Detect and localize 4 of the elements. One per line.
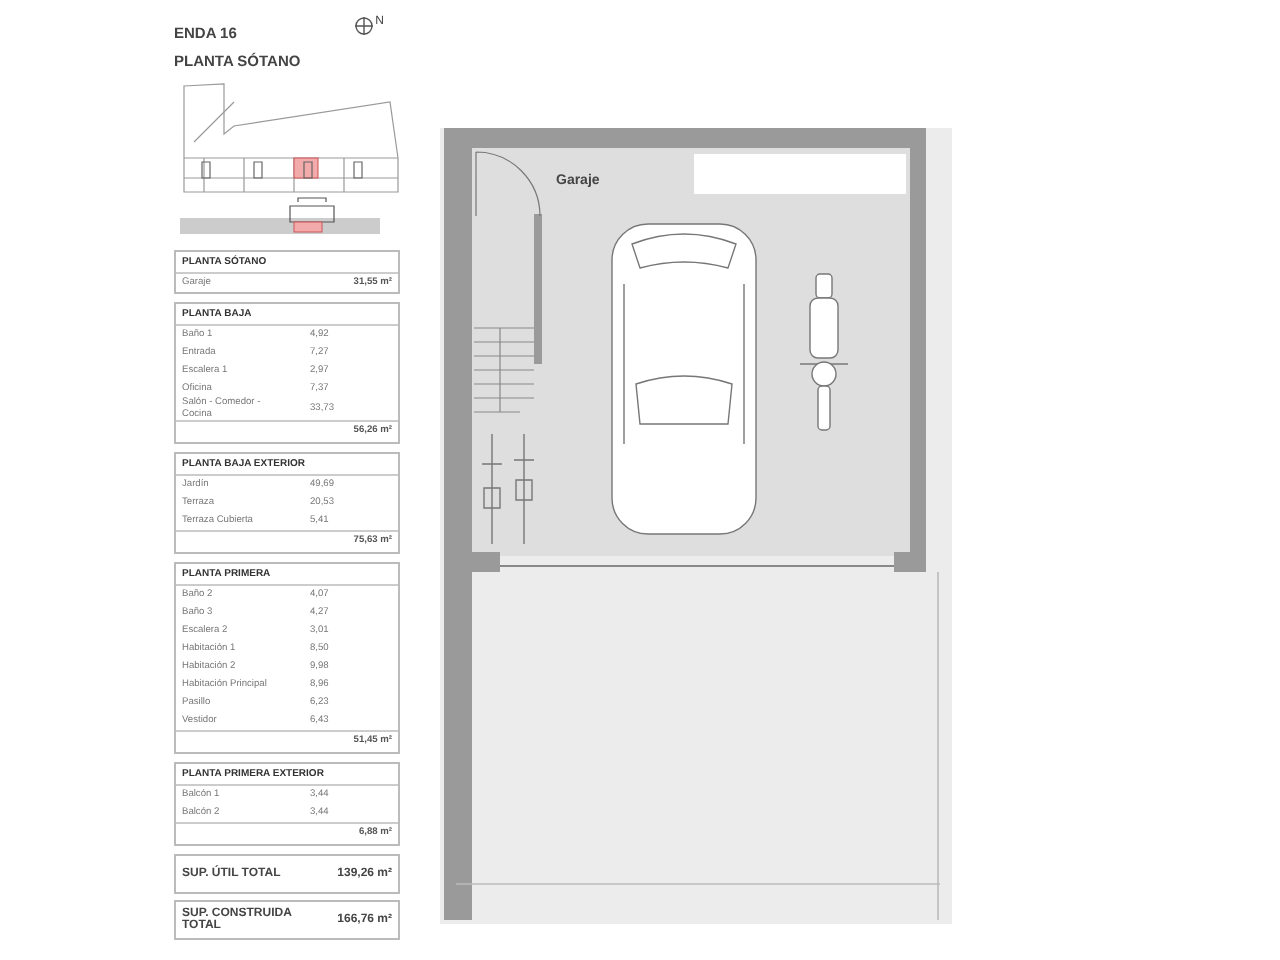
stairs-drawing (473, 327, 535, 413)
bicycle-drawing (481, 433, 535, 545)
compass-icon (353, 16, 374, 36)
door-swing (475, 151, 541, 217)
